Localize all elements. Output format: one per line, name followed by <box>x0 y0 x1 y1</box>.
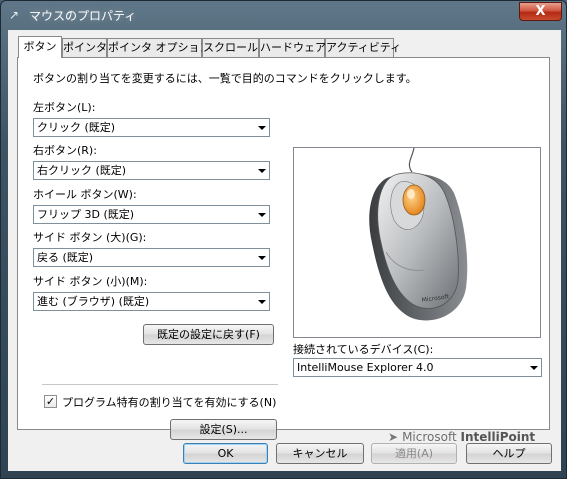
apply-button[interactable]: 適用(A) <box>371 443 457 464</box>
settings-button[interactable]: 設定(S)... <box>170 419 277 440</box>
wheel-button-select[interactable]: フリップ 3D (既定) <box>33 205 270 224</box>
program-specific-checkbox[interactable]: ✓ <box>44 395 57 408</box>
left-button-select[interactable]: クリック (既定) <box>33 118 270 137</box>
check-icon: ✓ <box>45 395 56 408</box>
program-specific-label[interactable]: プログラム特有の割り当てを有効にする(N) <box>62 394 276 410</box>
dialog-client: ボタン ポインタ ポインタ オプション スクロール ハードウェア アクティビティ… <box>8 30 561 471</box>
restore-defaults-button[interactable]: 既定の設定に戻す(F) <box>143 324 274 345</box>
mouse-image: Microsoft <box>293 147 541 338</box>
tab-pointer-options[interactable]: ポインタ オプション <box>107 38 211 57</box>
tab-activity[interactable]: アクティビティ <box>325 38 401 57</box>
cancel-button[interactable]: キャンセル <box>276 443 364 464</box>
wheel-button-value: フリップ 3D (既定) <box>37 208 135 221</box>
help-button[interactable]: ヘルプ <box>466 443 552 464</box>
buttons-tab-panel: ボタンの割り当てを変更するには、一覧で目的のコマンドをクリックします。 左ボタン… <box>17 57 550 444</box>
chevron-down-icon <box>258 126 266 130</box>
cursor-logo-icon: ➤ <box>388 430 399 444</box>
device-select[interactable]: IntelliMouse Explorer 4.0 <box>293 358 542 377</box>
right-button-label: 右ボタン(R): <box>33 144 97 157</box>
chevron-down-icon <box>258 169 266 173</box>
chevron-down-icon <box>258 213 266 217</box>
mouse-properties-window: ↗ マウスのプロパティ X ボタン ポインタ ポインタ オプション スクロール … <box>0 0 567 479</box>
side-small-select[interactable]: 進む (ブラウザ) (既定) <box>33 292 270 311</box>
tab-scroll[interactable]: スクロール <box>202 38 259 57</box>
window-title: マウスのプロパティ <box>29 9 137 23</box>
left-button-label: 左ボタン(L): <box>33 101 96 114</box>
instructions-text: ボタンの割り当てを変更するには、一覧で目的のコマンドをクリックします。 <box>33 72 417 85</box>
close-button[interactable]: X <box>519 2 562 21</box>
mouse-pointer-icon: ↗ <box>9 8 20 22</box>
side-large-value: 戻る (既定) <box>37 251 94 264</box>
separator <box>42 384 278 385</box>
brand-prefix: Microsoft <box>402 430 457 444</box>
tab-pointer[interactable]: ポインタ <box>62 38 107 57</box>
right-button-value: 右クリック (既定) <box>37 164 127 177</box>
tab-hardware[interactable]: ハードウェア <box>259 38 326 57</box>
device-label: 接続されているデバイス(C): <box>293 343 434 356</box>
chevron-down-icon <box>530 366 538 370</box>
intellipoint-brand: ➤ Microsoft IntelliPoint <box>388 430 535 444</box>
side-large-select[interactable]: 戻る (既定) <box>33 248 270 267</box>
chevron-down-icon <box>258 300 266 304</box>
right-button-select[interactable]: 右クリック (既定) <box>33 161 270 180</box>
side-small-label: サイド ボタン (小)(M): <box>33 275 148 288</box>
device-value: IntelliMouse Explorer 4.0 <box>297 361 434 374</box>
side-small-value: 進む (ブラウザ) (既定) <box>37 295 150 308</box>
side-large-label: サイド ボタン (大)(G): <box>33 231 147 244</box>
wheel-button-label: ホイール ボタン(W): <box>33 188 137 201</box>
title-bar[interactable]: ↗ マウスのプロパティ X <box>1 1 566 29</box>
ok-button[interactable]: OK <box>183 443 268 464</box>
tab-buttons[interactable]: ボタン <box>18 36 62 58</box>
brand-product: IntelliPoint <box>460 430 536 444</box>
mouse-illustration: Microsoft <box>369 147 468 321</box>
chevron-down-icon <box>258 256 266 260</box>
left-button-value: クリック (既定) <box>37 121 116 134</box>
